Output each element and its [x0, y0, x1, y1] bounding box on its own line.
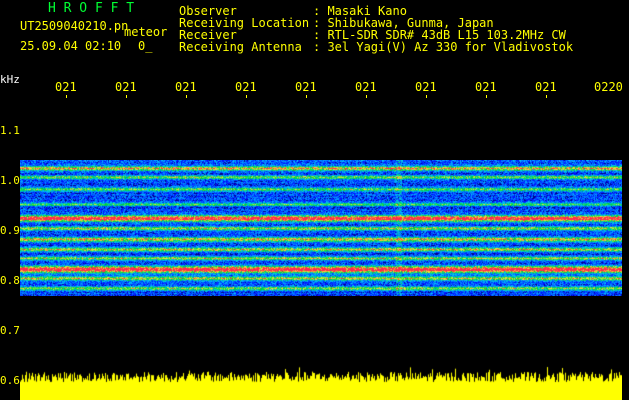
spectrogram-waterfall — [20, 160, 622, 296]
hrofft-window: H R O F F T UT2509040210.pn meteor 25.09… — [0, 0, 629, 400]
amplitude-strip — [20, 365, 622, 400]
